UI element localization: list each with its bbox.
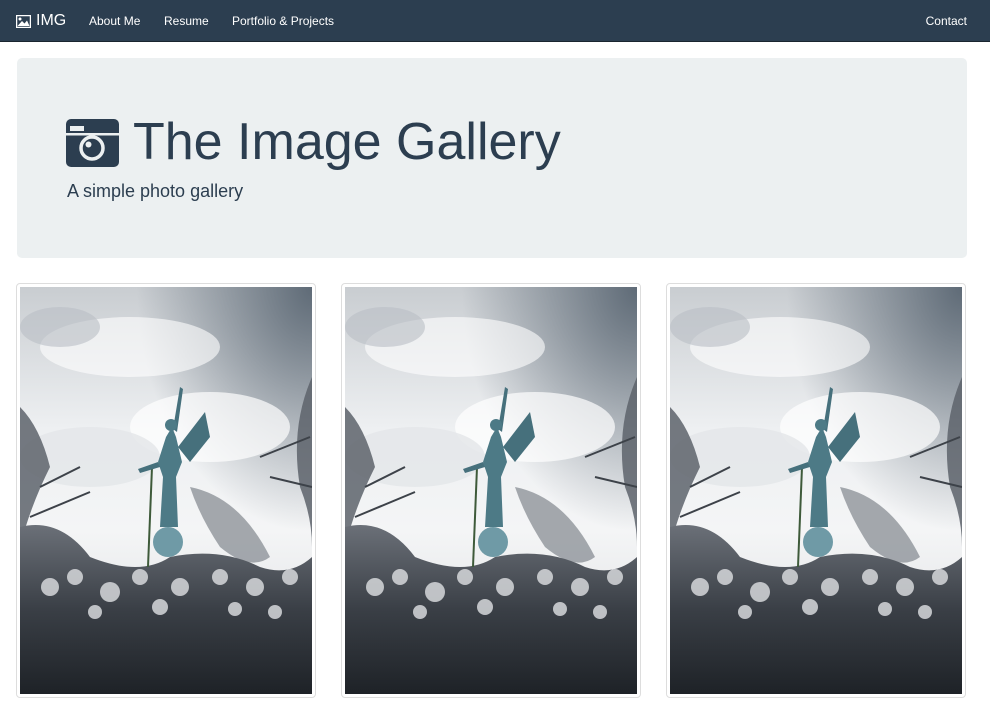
- angel-statue-photo: [345, 287, 637, 694]
- brand-label: IMG: [36, 12, 67, 29]
- nav-contact[interactable]: Contact: [926, 0, 967, 42]
- page-subtitle: A simple photo gallery: [67, 181, 244, 201]
- nav-resume[interactable]: Resume: [164, 0, 209, 42]
- gallery-thumbnail[interactable]: [16, 283, 316, 698]
- top-navbar: IMG About Me Resume Portfolio & Projects…: [0, 0, 990, 42]
- picture-icon: [16, 14, 31, 28]
- angel-statue-photo: [20, 287, 312, 694]
- hero-jumbotron: The Image Gallery A simple photo gallery: [17, 58, 967, 258]
- camera-icon: [66, 119, 119, 167]
- nav-about-me[interactable]: About Me: [89, 0, 140, 42]
- page-title: The Image Gallery: [66, 110, 561, 174]
- angel-statue-photo: [670, 287, 962, 694]
- page-title-text: The Image Gallery: [133, 113, 561, 171]
- brand-link[interactable]: IMG: [16, 0, 66, 42]
- gallery-thumbnail[interactable]: [341, 283, 641, 698]
- nav-portfolio-projects[interactable]: Portfolio & Projects: [232, 0, 334, 42]
- gallery-thumbnail[interactable]: [666, 283, 966, 698]
